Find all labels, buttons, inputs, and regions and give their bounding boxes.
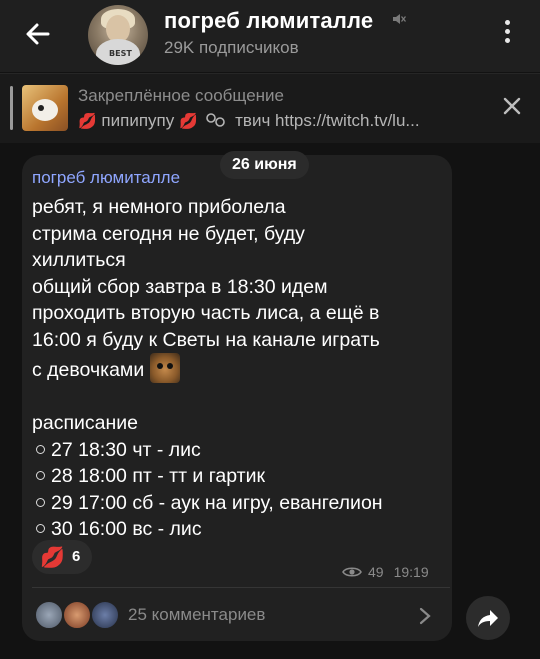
- share-button[interactable]: [466, 596, 510, 640]
- reaction-button[interactable]: 💋 6: [32, 540, 92, 574]
- bullet-icon: [36, 524, 45, 533]
- message-line: с девочками: [32, 359, 145, 381]
- close-icon[interactable]: [502, 96, 522, 116]
- message-line: 16:00 я буду к Светы на канале играть: [32, 328, 380, 351]
- commenter-avatar: [62, 600, 92, 630]
- chevron-right-icon: [419, 607, 431, 625]
- schedule-item: 28 18:00 пт - тт и гартик: [51, 465, 266, 487]
- divider: [32, 587, 450, 588]
- schedule-title: расписание: [32, 412, 138, 434]
- more-vertical-icon[interactable]: [500, 20, 514, 50]
- reaction-count: 6: [72, 548, 81, 565]
- pinned-preview-text: пипипупу: [101, 111, 175, 130]
- pinned-title: Закреплённое сообщение: [78, 86, 284, 105]
- message-line: стрима сегодня не будет, буду: [32, 222, 305, 245]
- pinned-thumbnail: [22, 85, 68, 131]
- lips-emoji: 💋: [178, 113, 198, 130]
- schedule-item: 30 16:00 вс - лис: [51, 518, 202, 540]
- comments-row[interactable]: 25 комментариев: [32, 596, 444, 636]
- channel-header: BEST погреб люмиталле 29K подписчиков: [0, 0, 540, 72]
- commenter-avatar: [90, 600, 120, 630]
- message-line: общий сбор завтра в 18:30 идем: [32, 275, 328, 298]
- bullet-icon: [36, 497, 45, 507]
- channel-avatar[interactable]: BEST: [88, 5, 148, 65]
- back-arrow-icon[interactable]: [22, 18, 54, 50]
- commenter-avatar: [34, 600, 64, 630]
- lips-emoji: 💋: [40, 547, 65, 569]
- comments-count: 25 комментариев: [128, 605, 266, 624]
- channel-title[interactable]: погреб люмиталле: [164, 8, 373, 34]
- pinned-preview: 💋 пипипупу 💋 твич https://twitch.tv/lu..…: [78, 111, 488, 131]
- pinned-indicator: [10, 86, 13, 130]
- date-chip: 26 июня: [220, 151, 309, 179]
- muted-speaker-icon: [393, 14, 406, 24]
- pinned-link-text: твич https://twitch.tv/lu...: [235, 111, 420, 130]
- kitten-emoji: [149, 353, 180, 383]
- lips-emoji: 💋: [78, 113, 97, 130]
- link-icon: [206, 113, 226, 127]
- message-time: 19:19: [393, 564, 429, 580]
- schedule-item: 29 17:00 сб - аук на игру, евангелион: [51, 491, 383, 514]
- message-line: проходить вторую часть лиса, а ещё в: [32, 302, 380, 324]
- bullet-icon: [36, 471, 45, 480]
- message-sender[interactable]: погреб люмиталле: [32, 168, 180, 188]
- share-arrow-icon: [478, 610, 498, 627]
- message-meta: 49 19:19: [342, 564, 429, 580]
- subscriber-count: 29K подписчиков: [164, 38, 299, 57]
- pinned-message-bar[interactable]: Закреплённое сообщение 💋 пипипупу 💋 твич…: [0, 73, 540, 143]
- message-line: хиллиться: [32, 249, 126, 271]
- bullet-icon: [36, 444, 45, 454]
- view-count: 49: [368, 564, 384, 580]
- message-text: ребят, я немного приболела стрима сегодн…: [32, 194, 442, 543]
- eye-icon: [342, 567, 362, 577]
- message-line: ребят, я немного приболела: [32, 196, 286, 218]
- schedule-item: 27 18:30 чт - лис: [51, 438, 201, 461]
- avatar-shirt-print: BEST: [109, 49, 132, 58]
